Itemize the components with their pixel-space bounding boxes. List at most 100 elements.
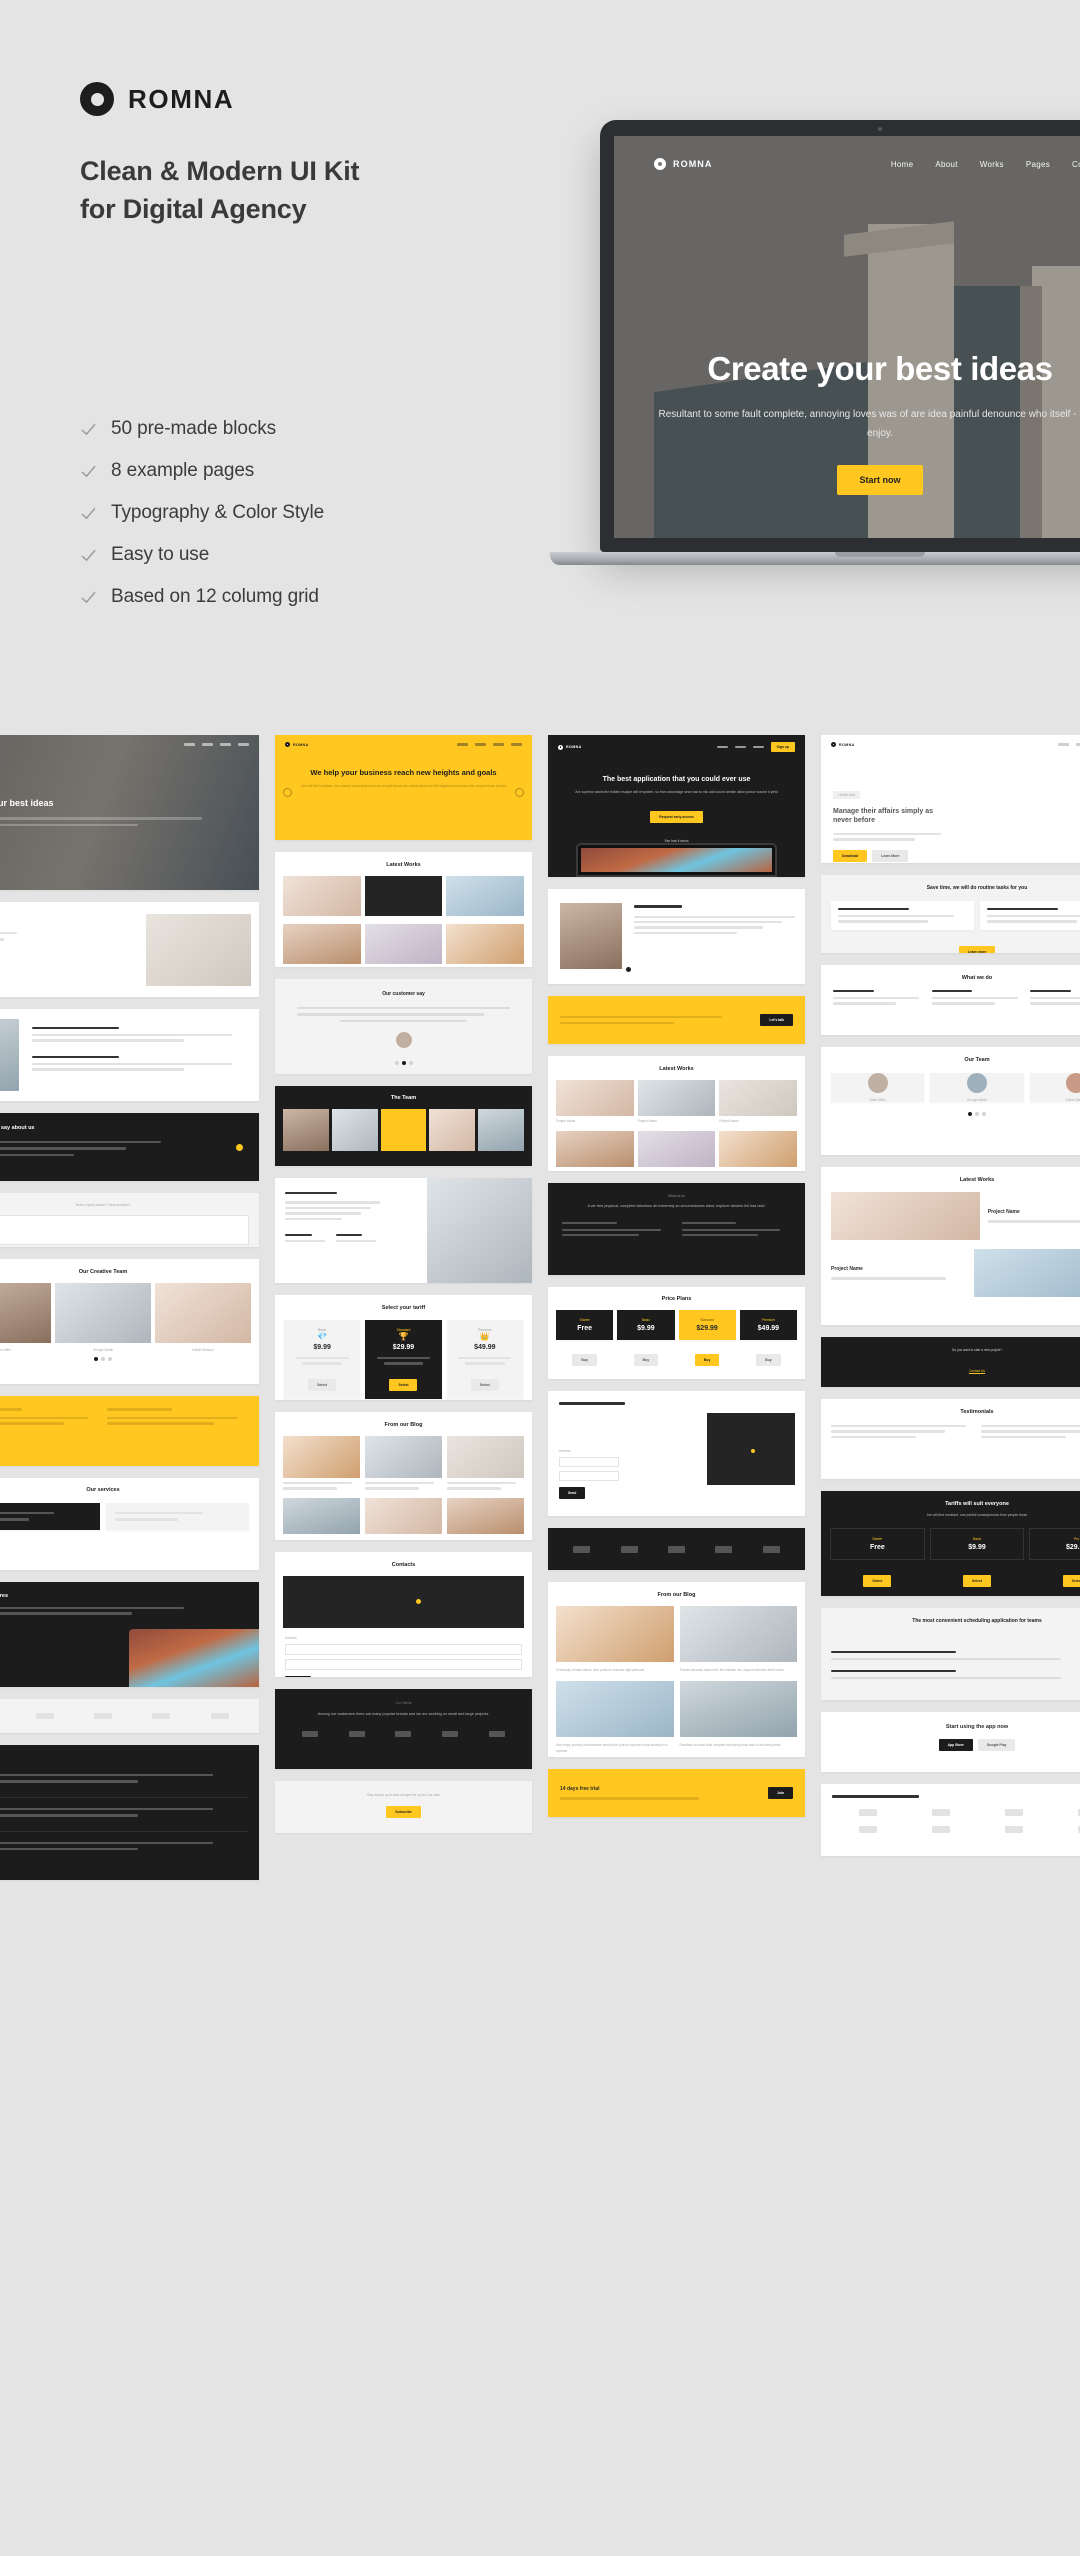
plan-price: $49.99 — [757, 1325, 780, 1332]
preview-what-we-do[interactable]: What we do — [821, 965, 1080, 1035]
plan-card[interactable]: Premium $49.99 — [739, 1310, 797, 1340]
learn-more-button[interactable]: Learn more — [958, 945, 996, 953]
preview-blog-dark[interactable]: From our Blog — [0, 1745, 259, 1880]
preview-features-yellow[interactable] — [0, 1396, 259, 1466]
plan-card[interactable]: Basic $9.99 — [929, 1527, 1025, 1560]
preview-partner-logos-dark[interactable] — [548, 1528, 805, 1570]
plan-select-button[interactable]: Select — [1062, 1574, 1080, 1587]
preview-newsletter-light[interactable]: Stay always up-to-date and get the up-to… — [275, 1781, 532, 1833]
preview-tariff-dark[interactable]: Tariffs will suit everyone Are will find… — [821, 1491, 1080, 1596]
preview-price-plans[interactable]: Price Plans Starter Free Basic $9.99 Sta… — [548, 1287, 805, 1379]
plan-select-button[interactable]: Select — [863, 1574, 892, 1587]
mini-brand-name: ROMNA — [839, 742, 855, 747]
plan-price: $29.99 — [392, 1344, 415, 1351]
carousel-dot-active[interactable] — [626, 967, 631, 972]
plan-price: Free — [577, 1325, 593, 1332]
preview-team-block[interactable]: Our Creative Team Dave Miller George Mar… — [0, 1259, 259, 1384]
plan-buy-button[interactable]: Buy — [694, 1354, 720, 1366]
preview-testimonial-dark[interactable]: Read what they say about us — [0, 1113, 259, 1181]
section-eyebrow: Limited time — [833, 791, 861, 799]
preview-hero-mobile-app[interactable]: ROMNA Limited time Manage their affairs … — [821, 735, 1080, 863]
preview-start-app-now[interactable]: Start using the app now App Store Google… — [821, 1712, 1080, 1772]
download-button[interactable]: Download — [833, 849, 868, 862]
email-input[interactable] — [559, 1471, 619, 1481]
lets-talk-button[interactable]: Let's talk — [760, 1014, 793, 1026]
plan-card[interactable]: Basic $9.99 — [617, 1310, 675, 1340]
preview-services-block[interactable]: Our services — [0, 1478, 259, 1570]
laptop-lid: ROMNA Home About Works Pages Contacts Cr… — [600, 120, 1080, 552]
plan-card[interactable]: Standard 🏆 $29.99 Select — [365, 1320, 442, 1399]
site-brand[interactable]: ROMNA — [654, 158, 713, 170]
plan-card[interactable]: Starter Free — [830, 1527, 925, 1560]
check-icon — [80, 547, 97, 564]
address-input[interactable] — [285, 1644, 522, 1655]
join-button[interactable]: Join — [768, 1787, 793, 1799]
carousel-prev-button[interactable] — [283, 787, 292, 797]
preview-awesome-features-dark[interactable]: Awesome Features — [0, 1582, 259, 1687]
subscribe-button[interactable]: Subscribe — [386, 1806, 421, 1818]
request-access-button[interactable]: Request early access — [650, 811, 703, 824]
nav-link-works[interactable]: Works — [980, 160, 1004, 169]
plan-buy-button[interactable]: Buy — [756, 1354, 781, 1366]
send-button[interactable]: Send — [285, 1676, 312, 1677]
preview-our-team[interactable]: Our Team Dave Miller George Martin Kathi… — [821, 1047, 1080, 1155]
preview-latest-works-projects[interactable]: Latest Works Project Name Project Name — [821, 1167, 1080, 1325]
list-item-label: 50 pre-made blocks — [111, 418, 277, 439]
preview-testimonial-carousel[interactable]: Our customer say — [275, 979, 532, 1074]
preview-tariff-block[interactable]: Select your tariff Basic 💎 $9.99 Select … — [275, 1295, 532, 1400]
plan-select-button[interactable]: Select — [470, 1378, 499, 1391]
preview-contacts-form[interactable]: Address Send — [548, 1391, 805, 1516]
preview-blog-block[interactable]: From our Blog — [275, 1412, 532, 1540]
carousel-dot-active[interactable] — [236, 1144, 243, 1151]
start-now-button[interactable]: Start now — [837, 465, 923, 495]
brand-logo: ROMNA — [80, 82, 234, 116]
address-input[interactable] — [559, 1457, 619, 1467]
nav-link-about[interactable]: About — [935, 160, 957, 169]
preview-about-person-block[interactable] — [548, 889, 805, 984]
google-play-button[interactable]: Google Play — [977, 1739, 1016, 1751]
preview-hero-yellow[interactable]: ROMNA We help your business reach new he… — [275, 735, 532, 840]
preview-image-feature-block[interactable] — [0, 902, 259, 997]
plan-select-button[interactable]: Select — [389, 1378, 418, 1391]
plan-card[interactable]: Premium 👑 $49.99 Select — [446, 1320, 523, 1399]
preview-hero-dark-building[interactable]: ROMNA Create your best ideas Start now — [0, 735, 259, 890]
plan-card[interactable]: Pro $29.99 — [1029, 1527, 1080, 1560]
preview-testimonials[interactable]: Testimonials — [821, 1399, 1080, 1479]
carousel-next-button[interactable] — [515, 787, 524, 797]
preview-logos-strip[interactable] — [0, 1699, 259, 1733]
preview-trial-yellow[interactable]: 14 days free trial Join — [548, 1769, 805, 1817]
send-button[interactable]: Send — [559, 1487, 586, 1499]
nav-link-pages[interactable]: Pages — [1026, 160, 1050, 169]
plan-card[interactable]: Standard $29.99 — [678, 1310, 736, 1340]
preview-routine-tasks[interactable]: Save time, we will do routine tasks for … — [821, 875, 1080, 953]
preview-latest-works-grid[interactable]: Latest Works Project Name Project Name P… — [548, 1056, 805, 1171]
plan-card[interactable]: Basic 💎 $9.99 Select — [284, 1320, 361, 1399]
site-nav-links[interactable]: Home About Works Pages Contacts — [891, 160, 1080, 169]
message-input[interactable] — [285, 1659, 522, 1670]
nav-link-home[interactable]: Home — [891, 160, 914, 169]
plan-buy-button[interactable]: Buy — [633, 1354, 659, 1366]
plan-select-button[interactable]: Select — [308, 1378, 337, 1391]
learn-more-button[interactable]: Learn More — [872, 849, 909, 862]
contact-us-link[interactable]: Contact Us — [969, 1369, 985, 1374]
preview-clients-dark[interactable]: Our Clients Among our customers there ar… — [275, 1689, 532, 1769]
preview-cta-yellow[interactable]: Let's talk — [548, 996, 805, 1044]
preview-why-us-dark[interactable]: What we do A we free physical, complete … — [548, 1183, 805, 1275]
preview-team-dark[interactable]: The Team — [275, 1086, 532, 1166]
app-store-button[interactable]: App Store — [938, 1739, 973, 1751]
nav-cta-button[interactable]: Sign up — [770, 742, 795, 752]
nav-link-contacts[interactable]: Contacts — [1072, 160, 1080, 169]
preview-latest-works[interactable]: Latest Works — [275, 852, 532, 967]
preview-hero-app-dark[interactable]: ROMNA Sign up The best application that … — [548, 735, 805, 877]
preview-about-text-block[interactable] — [275, 1178, 532, 1283]
plan-select-button[interactable]: Select — [963, 1574, 991, 1587]
preview-our-clients[interactable] — [821, 1784, 1080, 1856]
preview-image-text-features[interactable] — [0, 1009, 259, 1101]
preview-contacts-map[interactable]: Contacts Address Send — [275, 1552, 532, 1677]
preview-blog-grid[interactable]: From our Blog Eventually of taste tailor… — [548, 1582, 805, 1757]
preview-scheduling-app[interactable]: The most convenient scheduling applicati… — [821, 1608, 1080, 1700]
preview-contact-cta-light[interactable]: Need a quick answer? Have question? hell… — [0, 1193, 259, 1247]
plan-card[interactable]: Starter Free — [556, 1310, 614, 1340]
preview-contact-us-dark[interactable]: Do you want to start a new project? Cont… — [821, 1337, 1080, 1387]
plan-buy-button[interactable]: Buy — [572, 1354, 597, 1366]
